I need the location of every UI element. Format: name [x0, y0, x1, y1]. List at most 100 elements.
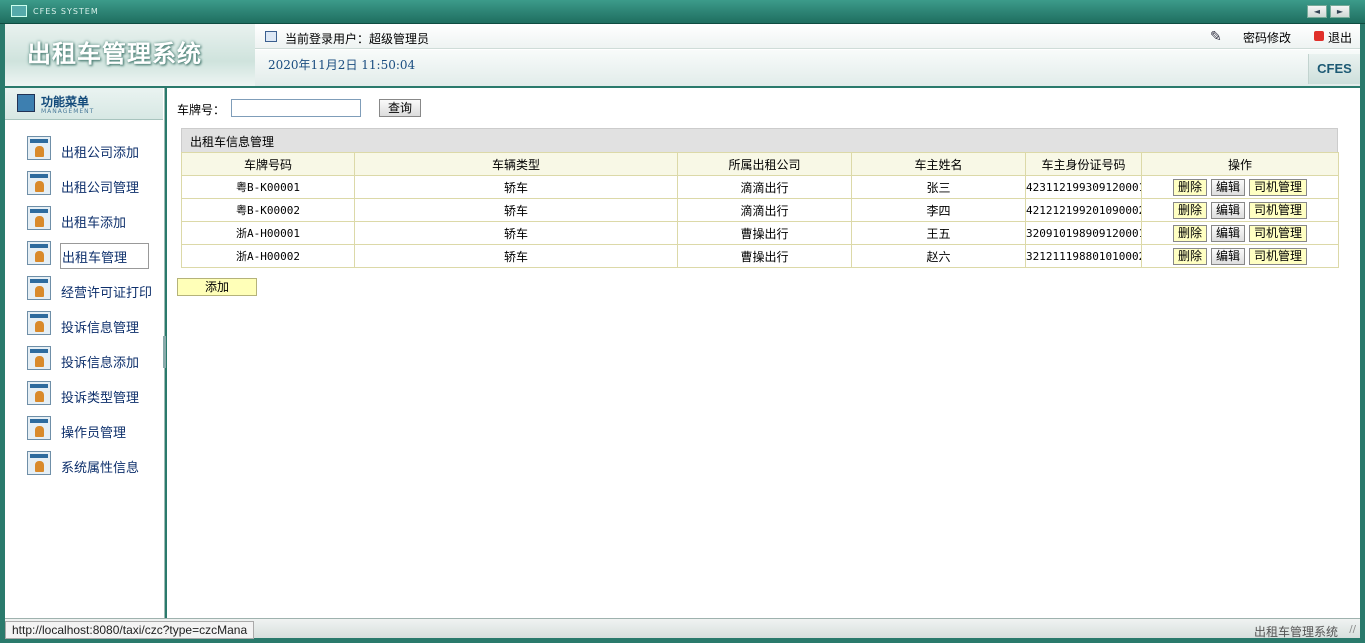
- current-user-label: 当前登录用户：超级管理员: [285, 32, 430, 46]
- column-header-type: 车辆类型: [354, 152, 678, 176]
- column-header-company: 所属出租公司: [677, 152, 852, 176]
- sidebar-splitter-handle[interactable]: [163, 336, 166, 368]
- cell-id-card: 320910198909120001: [1025, 221, 1142, 245]
- menu-subtitle: MANAGEMENT: [41, 108, 95, 115]
- sidebar-item-company-manage[interactable]: 出租公司管理: [25, 171, 165, 197]
- nav-next-button[interactable]: ►: [1330, 5, 1350, 18]
- status-url: http://localhost:8080/taxi/czc?type=czcM…: [5, 621, 255, 639]
- cell-type: 轿车: [354, 244, 678, 268]
- sidebar-item-label: 投诉类型管理: [61, 391, 140, 406]
- delete-button[interactable]: 删除: [1172, 224, 1207, 242]
- menu-folder-icon: [17, 94, 35, 112]
- main-content: 车牌号： 查询 出租车信息管理 车牌号码 车辆类型 所属出租公司 车主姓名 车主…: [167, 88, 1360, 618]
- sidebar-menu: 功能菜单 MANAGEMENT 出租公司添加 出租公司管理 出租车添加 出租车管…: [5, 88, 165, 618]
- cell-type: 轿车: [354, 221, 678, 245]
- driver-manage-button[interactable]: 司机管理: [1249, 224, 1308, 242]
- cell-company: 曹操出行: [677, 221, 852, 245]
- driver-manage-button[interactable]: 司机管理: [1249, 201, 1308, 219]
- sidebar-item-label: 经营许可证打印: [61, 286, 153, 301]
- cell-id-card: 321211198801010002: [1025, 244, 1142, 268]
- user-card-icon: [27, 451, 51, 475]
- sidebar-item-label: 系统属性信息: [61, 461, 140, 476]
- sidebar-item-label: 出租车添加: [61, 216, 127, 231]
- cell-plate: 粤B-K00001: [181, 175, 355, 199]
- plate-search-input[interactable]: [231, 99, 361, 117]
- user-card-icon: [27, 381, 51, 405]
- logout-link[interactable]: 退出: [1328, 29, 1352, 46]
- table-row: 浙A-H00001 轿车 曹操出行 王五 320910198909120001 …: [181, 221, 1339, 245]
- plate-search-label: 车牌号：: [177, 103, 226, 117]
- header-bottom-bar: 2020年11月2日 11:50:04 CFES: [255, 50, 1360, 86]
- panel-title: 出租车信息管理: [181, 128, 1338, 152]
- cell-type: 轿车: [354, 198, 678, 222]
- cell-plate: 浙A-H00002: [181, 244, 355, 268]
- sidebar-item-taxi-manage[interactable]: 出租车管理: [25, 241, 165, 269]
- sidebar-item-system-info[interactable]: 系统属性信息: [25, 451, 165, 477]
- taxi-table: 车牌号码 车辆类型 所属出租公司 车主姓名 车主身份证号码 操作 粤B-K000…: [181, 152, 1339, 268]
- user-card-icon: [27, 311, 51, 335]
- table-row: 粤B-K00001 轿车 滴滴出行 张三 423112199309120001 …: [181, 175, 1339, 199]
- driver-manage-button[interactable]: 司机管理: [1249, 247, 1308, 265]
- column-header-plate: 车牌号码: [181, 152, 355, 176]
- sidebar-item-label: 出租车管理: [60, 243, 149, 269]
- sidebar-item-label: 出租公司添加: [61, 146, 140, 161]
- cell-owner: 张三: [851, 175, 1026, 199]
- cell-plate: 粤B-K00002: [181, 198, 355, 222]
- delete-button[interactable]: 删除: [1172, 201, 1207, 219]
- taxi-info-panel: 出租车信息管理 车牌号码 车辆类型 所属出租公司 车主姓名 车主身份证号码 操作…: [181, 128, 1339, 268]
- sidebar-item-complaint-type[interactable]: 投诉类型管理: [25, 381, 165, 407]
- sidebar-item-complaint-manage[interactable]: 投诉信息管理: [25, 311, 165, 337]
- sidebar-item-license-print[interactable]: 经营许可证打印: [25, 276, 165, 302]
- user-window-icon: [265, 31, 277, 42]
- cell-company: 滴滴出行: [677, 198, 852, 222]
- cell-type: 轿车: [354, 175, 678, 199]
- sidebar-item-complaint-add[interactable]: 投诉信息添加: [25, 346, 165, 372]
- window-titlebar: CFES SYSTEM ◄ ►: [0, 0, 1365, 24]
- cell-id-card: 423112199309120001: [1025, 175, 1142, 199]
- sidebar-item-company-add[interactable]: 出租公司添加: [25, 136, 165, 162]
- cell-owner: 李四: [851, 198, 1026, 222]
- table-row: 浙A-H00002 轿车 曹操出行 赵六 321211198801010002 …: [181, 244, 1339, 268]
- column-header-owner: 车主姓名: [851, 152, 1026, 176]
- user-card-icon: [27, 276, 51, 300]
- cell-owner: 赵六: [851, 244, 1026, 268]
- cell-company: 滴滴出行: [677, 175, 852, 199]
- edit-button[interactable]: 编辑: [1210, 178, 1245, 196]
- cell-actions: 删除 编辑 司机管理: [1141, 175, 1339, 199]
- sidebar-item-taxi-add[interactable]: 出租车添加: [25, 206, 165, 232]
- edit-button[interactable]: 编辑: [1210, 247, 1245, 265]
- change-password-link[interactable]: 密码修改: [1243, 29, 1291, 46]
- driver-manage-button[interactable]: 司机管理: [1249, 178, 1308, 196]
- edit-button[interactable]: 编辑: [1210, 224, 1245, 242]
- monitor-icon: [11, 5, 27, 17]
- column-header-id-card: 车主身份证号码: [1025, 152, 1142, 176]
- cell-company: 曹操出行: [677, 244, 852, 268]
- column-header-actions: 操作: [1141, 152, 1339, 176]
- table-header-row: 车牌号码 车辆类型 所属出租公司 车主姓名 车主身份证号码 操作: [181, 152, 1339, 176]
- sidebar-item-operator-manage[interactable]: 操作员管理: [25, 416, 165, 442]
- app-name: CFES SYSTEM: [33, 7, 99, 16]
- menu-header: 功能菜单 MANAGEMENT: [5, 88, 163, 120]
- edit-button[interactable]: 编辑: [1210, 201, 1245, 219]
- status-system-name: 出租车管理系统: [1253, 625, 1338, 639]
- header-top-bar: 当前登录用户：超级管理员 ✎ 密码修改 退出: [255, 24, 1360, 49]
- delete-button[interactable]: 删除: [1172, 247, 1207, 265]
- user-card-icon: [27, 206, 51, 230]
- user-card-icon: [27, 241, 51, 265]
- add-taxi-button[interactable]: 添加: [177, 278, 257, 296]
- power-icon[interactable]: [1314, 31, 1324, 41]
- delete-button[interactable]: 删除: [1172, 178, 1207, 196]
- nav-prev-button[interactable]: ◄: [1307, 5, 1327, 18]
- query-button[interactable]: 查询: [379, 99, 421, 117]
- cell-plate: 浙A-H00001: [181, 221, 355, 245]
- sidebar-item-label: 投诉信息管理: [61, 321, 140, 336]
- page-header: 出租车管理系统 当前登录用户：超级管理员 ✎ 密码修改 退出 2020年11月2…: [5, 24, 1360, 88]
- sidebar-item-label: 出租公司管理: [61, 181, 140, 196]
- logo-area: 出租车管理系统: [5, 24, 255, 86]
- resize-grip-icon[interactable]: //: [1349, 624, 1356, 635]
- cell-owner: 王五: [851, 221, 1026, 245]
- table-row: 粤B-K00002 轿车 滴滴出行 李四 421212199201090002 …: [181, 198, 1339, 222]
- system-title: 出租车管理系统: [27, 39, 202, 68]
- cell-actions: 删除 编辑 司机管理: [1141, 221, 1339, 245]
- pencil-icon[interactable]: ✎: [1210, 29, 1222, 45]
